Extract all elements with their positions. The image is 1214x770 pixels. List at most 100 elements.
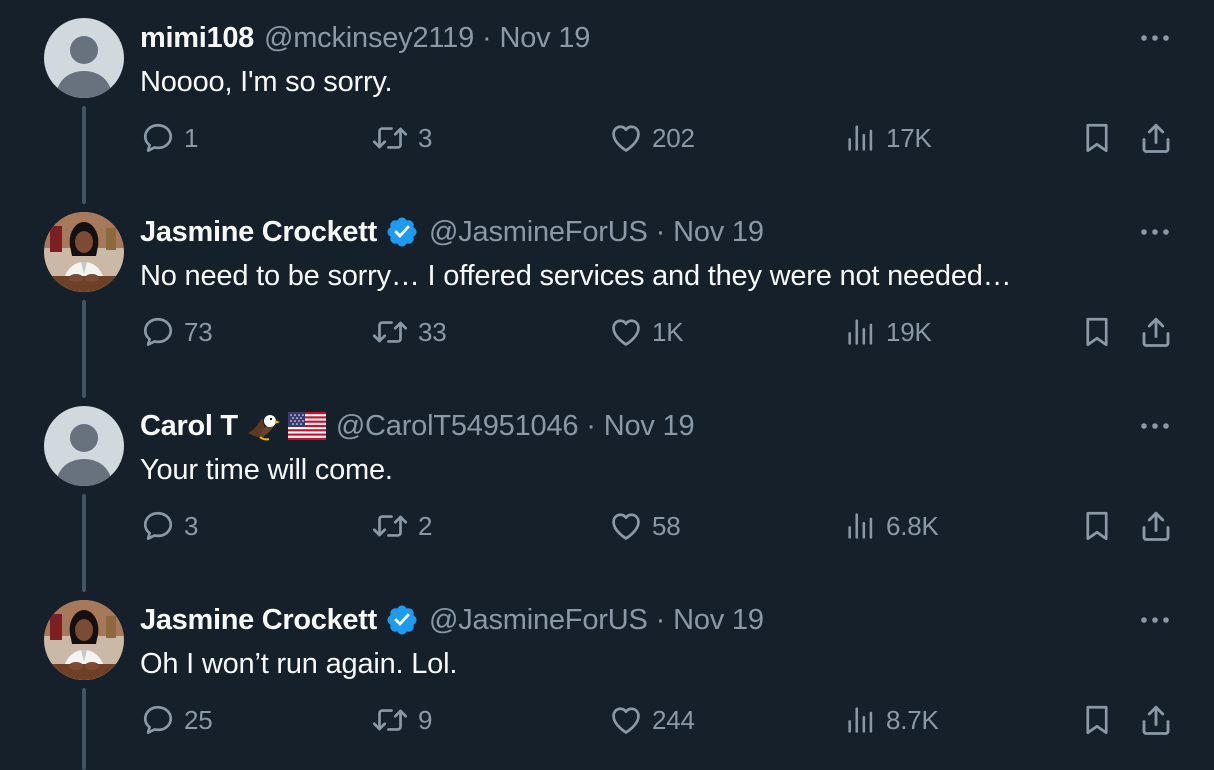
- reply-icon: [140, 314, 176, 350]
- meta-separator: ·: [655, 216, 666, 248]
- retweets-count: 3: [418, 122, 433, 153]
- reply-button[interactable]: 73: [140, 304, 213, 360]
- retweet-button[interactable]: 3: [370, 110, 432, 166]
- views-icon: [844, 120, 878, 156]
- views-button[interactable]: 6.8K: [844, 498, 939, 554]
- views-count: 6.8K: [886, 510, 939, 541]
- tweet[interactable]: Jasmine Crockett @JasmineForUS · Nov 19 No n…: [0, 194, 1214, 388]
- tweet-meta: @mckinsey2119 · Nov 19: [264, 18, 590, 58]
- share-button[interactable]: [1138, 110, 1174, 166]
- share-button[interactable]: [1138, 304, 1174, 360]
- meta-separator: ·: [655, 604, 666, 636]
- retweet-icon: [370, 314, 410, 350]
- more-options-button[interactable]: [1138, 218, 1172, 246]
- display-name[interactable]: Jasmine Crockett: [140, 600, 377, 640]
- tweet-header: Carol T @CarolT54951046 · Nov 19: [140, 406, 695, 446]
- views-count: 8.7K: [886, 704, 939, 735]
- eagle-emoji: [246, 409, 280, 443]
- tweet-header: Jasmine Crockett @JasmineForUS · Nov 19: [140, 212, 764, 252]
- bookmark-button[interactable]: [1080, 692, 1114, 748]
- avatar[interactable]: [44, 212, 124, 292]
- display-name[interactable]: mimi108: [140, 18, 254, 58]
- tweet[interactable]: mimi108 @mckinsey2119 · Nov 19 Noooo, I'm so…: [0, 0, 1214, 194]
- tweet-text: Noooo, I'm so sorry.: [140, 66, 393, 98]
- more-options-button[interactable]: [1138, 24, 1172, 52]
- more-options-button[interactable]: [1138, 606, 1172, 634]
- retweets-count: 33: [418, 316, 447, 347]
- share-icon: [1138, 119, 1174, 157]
- share-button[interactable]: [1138, 498, 1174, 554]
- retweet-button[interactable]: 9: [370, 692, 432, 748]
- views-icon: [844, 508, 878, 544]
- timestamp[interactable]: Nov 19: [500, 22, 591, 54]
- bookmark-button[interactable]: [1080, 304, 1114, 360]
- bookmark-icon: [1080, 313, 1114, 351]
- like-button[interactable]: 244: [608, 692, 695, 748]
- verified-badge-icon[interactable]: [385, 603, 419, 637]
- like-button[interactable]: 202: [608, 110, 695, 166]
- handle[interactable]: @JasmineForUS: [429, 604, 648, 636]
- avatar[interactable]: [44, 406, 124, 486]
- display-name[interactable]: Carol T: [140, 406, 238, 446]
- replies-count: 3: [184, 510, 199, 541]
- likes-count: 202: [652, 122, 695, 153]
- replies-count: 25: [184, 704, 213, 735]
- heart-icon: [608, 314, 644, 350]
- views-icon: [844, 314, 878, 350]
- reply-icon: [140, 120, 176, 156]
- likes-count: 244: [652, 704, 695, 735]
- more-options-button[interactable]: [1138, 412, 1172, 440]
- meta-separator: ·: [586, 410, 596, 442]
- replies-count: 1: [184, 122, 199, 153]
- handle[interactable]: @JasmineForUS: [429, 216, 648, 248]
- likes-count: 1K: [652, 316, 684, 347]
- tweet-meta: @JasmineForUS · Nov 19: [429, 212, 764, 252]
- retweets-count: 2: [418, 510, 433, 541]
- share-icon: [1138, 313, 1174, 351]
- retweets-count: 9: [418, 704, 433, 735]
- like-button[interactable]: 58: [608, 498, 681, 554]
- views-button[interactable]: 19K: [844, 304, 932, 360]
- retweet-icon: [370, 508, 410, 544]
- timestamp[interactable]: Nov 19: [604, 410, 695, 442]
- share-icon: [1138, 507, 1174, 545]
- tweet[interactable]: Jasmine Crockett @JasmineForUS · Nov 19 Oh I…: [0, 582, 1214, 770]
- avatar[interactable]: [44, 600, 124, 680]
- tweet-text: Oh I won’t run again. Lol.: [140, 648, 458, 680]
- tweet-meta: @JasmineForUS · Nov 19: [429, 600, 764, 640]
- replies-count: 73: [184, 316, 213, 347]
- tweet-text: No need to be sorry… I offered services …: [140, 260, 1012, 292]
- tweet[interactable]: Carol T @CarolT54951046 · Nov 19 Your time w…: [0, 388, 1214, 582]
- heart-icon: [608, 120, 644, 156]
- share-button[interactable]: [1138, 692, 1174, 748]
- more-icon: [1140, 611, 1170, 629]
- bookmark-button[interactable]: [1080, 498, 1114, 554]
- views-button[interactable]: 8.7K: [844, 692, 939, 748]
- bookmark-icon: [1080, 507, 1114, 545]
- reply-button[interactable]: 1: [140, 110, 198, 166]
- meta-separator: ·: [482, 22, 492, 54]
- handle[interactable]: @CarolT54951046: [336, 410, 579, 442]
- likes-count: 58: [652, 510, 681, 541]
- handle[interactable]: @mckinsey2119: [264, 22, 474, 54]
- bookmark-button[interactable]: [1080, 110, 1114, 166]
- verified-badge-icon[interactable]: [385, 215, 419, 249]
- share-icon: [1138, 701, 1174, 739]
- more-icon: [1140, 223, 1170, 241]
- more-icon: [1140, 29, 1170, 47]
- display-name[interactable]: Jasmine Crockett: [140, 212, 377, 252]
- us-flag-emoji: [287, 412, 326, 440]
- reply-button[interactable]: 25: [140, 692, 213, 748]
- heart-icon: [608, 702, 644, 738]
- timestamp[interactable]: Nov 19: [673, 216, 764, 248]
- reply-icon: [140, 702, 176, 738]
- like-button[interactable]: 1K: [608, 304, 684, 360]
- timestamp[interactable]: Nov 19: [673, 604, 764, 636]
- views-button[interactable]: 17K: [844, 110, 932, 166]
- retweet-button[interactable]: 2: [370, 498, 432, 554]
- tweet-header: mimi108 @mckinsey2119 · Nov 19: [140, 18, 590, 58]
- views-count: 17K: [886, 122, 932, 153]
- avatar[interactable]: [44, 18, 124, 98]
- retweet-button[interactable]: 33: [370, 304, 447, 360]
- reply-button[interactable]: 3: [140, 498, 198, 554]
